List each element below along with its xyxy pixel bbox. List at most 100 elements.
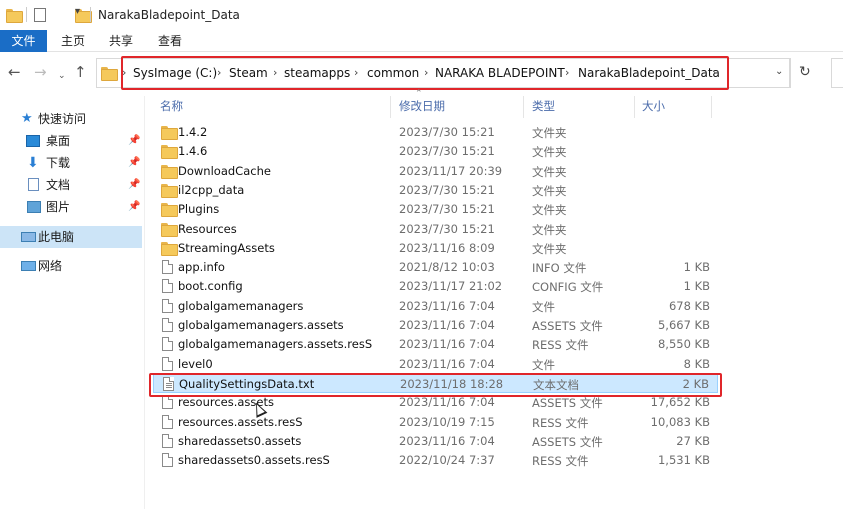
file-modified-date: 2023/11/16 8:09 <box>399 240 495 255</box>
file-type: 文件夹 <box>532 126 567 140</box>
up-arrow-icon[interactable]: ↑ <box>74 64 87 80</box>
file-size: 678 KB <box>668 298 710 313</box>
search-input[interactable] <box>831 58 843 88</box>
column-header-size[interactable]: 大小 <box>642 98 665 114</box>
file-modified-date: 2023/11/16 7:04 <box>399 318 495 332</box>
file-modified-date: 2023/7/30 15:21 <box>399 221 495 236</box>
file-type: 文件夹 <box>532 183 567 198</box>
column-divider[interactable] <box>711 96 712 118</box>
folder-icon <box>101 67 118 81</box>
tab-file[interactable]: 文件 <box>0 30 47 52</box>
file-name: DownloadCache <box>178 163 271 178</box>
pin-icon[interactable]: 📌 <box>128 152 140 174</box>
file-name: resources.assets.resS <box>178 414 303 429</box>
file-name: level0 <box>178 356 213 371</box>
file-modified-date: 2023/7/30 15:21 <box>399 125 495 139</box>
sidebar-item-network[interactable]: 网络 <box>0 255 142 277</box>
file-icon <box>162 414 173 429</box>
column-header-name[interactable]: 名称 <box>160 98 183 114</box>
file-icon <box>162 298 173 313</box>
picture-icon <box>27 201 41 213</box>
file-row[interactable]: level0 2023/11/16 7:04 文件 8 KB <box>153 355 718 374</box>
desktop-icon <box>26 135 40 147</box>
file-size: 10,083 KB <box>650 414 710 429</box>
folder-icon <box>161 183 178 198</box>
pin-icon[interactable]: 📌 <box>128 174 140 196</box>
chevron-down-icon[interactable]: ▾ <box>75 6 89 20</box>
file-row[interactable]: Plugins 2023/7/30 15:21 文件夹 <box>153 200 718 219</box>
file-row[interactable]: StreamingAssets 2023/11/16 8:09 文件夹 <box>153 239 718 258</box>
sidebar-item-label: 图片 <box>46 200 71 214</box>
file-type: ASSETS 文件 <box>532 434 603 449</box>
file-name: il2cpp_data <box>178 182 245 197</box>
forward-arrow-icon[interactable]: → <box>34 64 47 80</box>
file-name: sharedassets0.assets.resS <box>178 453 330 468</box>
file-row[interactable]: DownloadCache 2023/11/17 20:39 文件夹 <box>153 162 718 181</box>
file-row[interactable]: globalgamemanagers.assets.resS 2023/11/16… <box>153 335 718 354</box>
column-divider[interactable] <box>634 96 635 118</box>
file-name: globalgamemanagers <box>178 298 304 313</box>
network-icon <box>21 261 36 271</box>
divider <box>90 7 91 22</box>
column-header-type[interactable]: 类型 <box>532 98 555 114</box>
file-row[interactable]: Resources 2023/7/30 15:21 文件夹 <box>153 220 718 239</box>
file-modified-date: 2023/11/17 21:02 <box>399 279 503 294</box>
history-dropdown-icon[interactable]: ⌄ <box>775 66 783 77</box>
file-row[interactable]: globalgamemanagers.assets 2023/11/16 7:04… <box>153 316 718 335</box>
file-row[interactable]: 1.4.6 2023/7/30 15:21 文件夹 <box>153 142 718 161</box>
file-modified-date: 2023/10/19 7:15 <box>399 414 495 429</box>
sidebar-item-desktop[interactable]: 桌面 📌 <box>0 130 142 152</box>
file-size: 8 KB <box>683 356 710 371</box>
file-row[interactable]: boot.config 2023/11/17 21:02 CONFIG 文件 1 KB <box>153 277 718 296</box>
sidebar-item-this-pc[interactable]: 此电脑 <box>0 226 142 248</box>
folder-icon <box>161 222 178 237</box>
file-size: 8,550 KB <box>657 337 710 352</box>
tab-view[interactable]: 查看 <box>150 30 190 52</box>
file-row[interactable]: il2cpp_data 2023/7/30 15:21 文件夹 <box>153 181 718 200</box>
file-type: 文件夹 <box>532 145 567 160</box>
refresh-icon[interactable]: ↻ <box>799 64 811 80</box>
column-header-date[interactable]: 修改日期 <box>399 98 445 114</box>
file-type: ASSETS 文件 <box>532 396 603 411</box>
folder-icon <box>161 203 178 218</box>
file-name: boot.config <box>178 279 243 294</box>
tab-home[interactable]: 主页 <box>53 30 93 52</box>
star-icon: ★ <box>21 111 33 126</box>
sidebar-item-quick-access[interactable]: ★ 快速访问 <box>0 108 142 130</box>
file-row[interactable]: 1.4.2 2023/7/30 15:21 文件夹 <box>153 123 718 142</box>
file-row[interactable]: globalgamemanagers 2023/11/16 7:04 文件 678 K… <box>153 297 718 316</box>
file-type: 文件 <box>532 357 555 372</box>
sidebar-item-pictures[interactable]: 图片 📌 <box>0 196 142 218</box>
column-divider[interactable] <box>390 96 391 118</box>
file-row[interactable]: sharedassets0.assets.resS 2022/10/24 7:37… <box>153 451 718 470</box>
folder-icon <box>161 241 178 256</box>
file-modified-date: 2023/11/16 7:04 <box>399 298 495 313</box>
sidebar-item-documents[interactable]: 文档 📌 <box>0 174 142 196</box>
file-name: Plugins <box>178 202 220 217</box>
back-arrow-icon[interactable]: ← <box>8 64 21 80</box>
pin-icon[interactable]: 📌 <box>128 130 140 152</box>
file-type: CONFIG 文件 <box>532 280 604 295</box>
annotation-highlight-box <box>149 373 722 397</box>
file-icon <box>162 337 173 352</box>
file-row[interactable]: resources.assets.resS 2023/10/19 7:15 RESS… <box>153 413 718 432</box>
file-name: 1.4.6 <box>178 144 208 159</box>
file-size: 1 KB <box>683 279 710 294</box>
file-row[interactable]: app.info 2021/8/12 10:03 INFO 文件 1 KB <box>153 258 718 277</box>
file-icon <box>162 395 173 410</box>
file-modified-date: 2023/7/30 15:21 <box>399 182 495 197</box>
file-list: ⌃ 名称 修改日期 类型 大小 1.4.2 2023/7/30 15:21 文件夹 1… <box>145 89 843 509</box>
sidebar-item-downloads[interactable]: ⬇ 下载 📌 <box>0 152 142 174</box>
divider <box>790 58 791 88</box>
tab-share[interactable]: 共享 <box>101 30 141 52</box>
file-row[interactable]: sharedassets0.assets 2023/11/16 7:04 ASSET… <box>153 432 718 451</box>
recent-chevron-icon[interactable]: ⌄ <box>58 68 66 84</box>
sidebar-item-label: 此电脑 <box>38 230 75 244</box>
properties-icon[interactable] <box>34 8 46 22</box>
file-type: 文件 <box>532 299 555 314</box>
column-divider[interactable] <box>523 96 524 118</box>
pin-icon[interactable]: 📌 <box>128 196 140 218</box>
sidebar-item-label: 下载 <box>46 156 71 170</box>
file-type: 文件夹 <box>532 222 567 237</box>
file-name: 1.4.2 <box>178 125 208 139</box>
